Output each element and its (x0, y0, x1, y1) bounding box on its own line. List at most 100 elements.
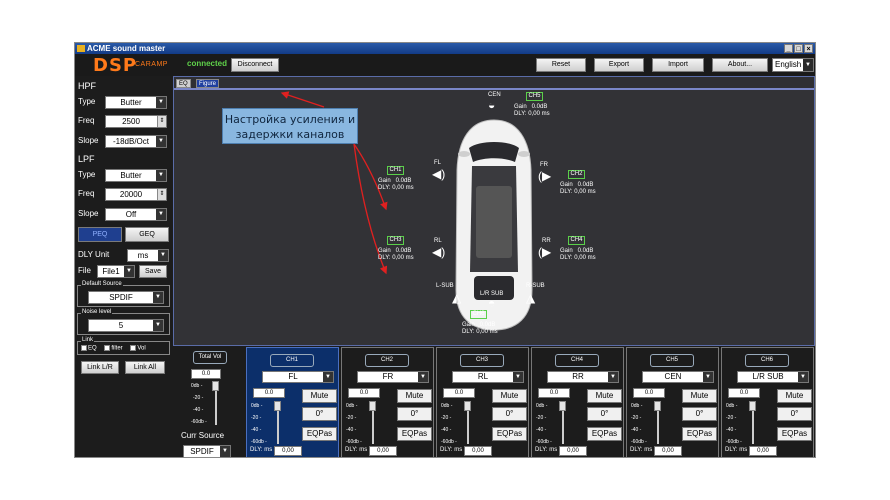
gain-slider[interactable] (749, 401, 756, 411)
output-select[interactable]: RL ▼ (452, 371, 524, 383)
maximize-icon[interactable]: □ (794, 44, 803, 53)
channel-button[interactable]: CH2 (365, 354, 409, 367)
gain-slider[interactable] (464, 401, 471, 411)
gain-slider[interactable] (559, 401, 566, 411)
eq-bypass-button[interactable]: EQPas (397, 427, 432, 441)
channel-button[interactable]: CH4 (555, 354, 599, 367)
scale-20: -20 - (726, 415, 737, 421)
reset-button[interactable]: Reset (536, 58, 586, 72)
spinner-icon[interactable]: ⇕ (157, 189, 166, 200)
tab-figure[interactable]: Figure (196, 79, 220, 88)
gain-value[interactable]: 0.0 (538, 388, 570, 398)
eq-bypass-button[interactable]: EQPas (492, 427, 527, 441)
ch2-badge[interactable]: CH2 (568, 170, 585, 179)
ch1-badge[interactable]: CH1 (387, 166, 404, 175)
close-icon[interactable]: × (804, 44, 813, 53)
gain-value[interactable]: 0.0 (348, 388, 380, 398)
dly-label: DLY: ms (725, 447, 748, 453)
default-source-select[interactable]: SPDIF ▼ (88, 291, 164, 304)
eq-bypass-button[interactable]: EQPas (587, 427, 622, 441)
dly-value[interactable]: 0,00 (464, 446, 492, 456)
gain-value[interactable]: 0.0 (728, 388, 760, 398)
hpf-slope-select[interactable]: -18dB/Oct ▼ (105, 135, 167, 148)
phase-button[interactable]: 0° (397, 407, 432, 421)
chevron-down-icon: ▼ (124, 266, 134, 277)
output-select[interactable]: CEN ▼ (642, 371, 714, 383)
eq-bypass-button[interactable]: EQPas (777, 427, 812, 441)
link-all-button[interactable]: Link All (125, 361, 165, 374)
language-select[interactable]: English ▼ (772, 58, 814, 72)
chevron-down-icon: ▼ (220, 446, 230, 457)
about-button[interactable]: About... (712, 58, 768, 72)
link-filter-checkbox[interactable] (104, 345, 111, 351)
peq-button[interactable]: PEQ (78, 227, 122, 242)
speaker-icon: ◓ (488, 296, 496, 310)
dly-value[interactable]: 0,00 (369, 446, 397, 456)
tab-eq[interactable]: EQ (176, 79, 191, 88)
geq-button[interactable]: GEQ (125, 227, 169, 242)
link-eq-checkbox[interactable] (81, 345, 87, 351)
scale-60db: -60db - (251, 439, 267, 445)
mute-button[interactable]: Mute (492, 389, 527, 403)
import-button[interactable]: Import (652, 58, 704, 72)
ch5-badge[interactable]: CH5 (526, 92, 543, 101)
hpf-type-select[interactable]: Butter ▼ (105, 96, 167, 109)
channel-button[interactable]: CH5 (650, 354, 694, 367)
hpf-freq-spinner[interactable]: 2500 ⇕ (105, 115, 167, 128)
export-button[interactable]: Export (594, 58, 644, 72)
phase-button[interactable]: 0° (302, 407, 337, 421)
phase-button[interactable]: 0° (777, 407, 812, 421)
dly-value[interactable]: 0,00 (274, 446, 302, 456)
noise-level-select[interactable]: 5 ▼ (88, 319, 164, 332)
gain-value[interactable]: 0.0 (253, 388, 285, 398)
gain-value[interactable]: 0.0 (633, 388, 665, 398)
mute-button[interactable]: Mute (302, 389, 337, 403)
lpf-freq-spinner[interactable]: 20000 ⇕ (105, 188, 167, 201)
eq-bypass-button[interactable]: EQPas (302, 427, 337, 441)
curr-source-select[interactable]: SPDIF ▼ (183, 445, 231, 457)
total-vol-value[interactable]: 0.0 (191, 369, 221, 379)
mute-button[interactable]: Mute (777, 389, 812, 403)
link-vol-checkbox[interactable] (130, 345, 137, 351)
output-select[interactable]: FL ▼ (262, 371, 334, 383)
phase-button[interactable]: 0° (682, 407, 717, 421)
gain-slider[interactable] (274, 401, 281, 411)
hpf-freq-label: Freq (78, 116, 95, 125)
link-lr-button[interactable]: Link L/R (81, 361, 119, 374)
eq-bypass-button[interactable]: EQPas (682, 427, 717, 441)
channel-button[interactable]: CH1 (270, 354, 314, 367)
scale-0db: 0db - (346, 403, 358, 409)
phase-button[interactable]: 0° (492, 407, 527, 421)
minimize-icon[interactable]: _ (784, 44, 793, 53)
gain-slider[interactable] (369, 401, 376, 411)
mute-button[interactable]: Mute (587, 389, 622, 403)
ch4-badge[interactable]: CH4 (568, 236, 585, 245)
disconnect-button[interactable]: Disconnect (231, 58, 279, 72)
app-window: ACME sound master _ □ × DSP CARAMP conne… (74, 42, 816, 458)
spinner-icon[interactable]: ⇕ (157, 116, 166, 127)
ch4-info: Gain 0.0dB DLY: 0,00 ms (560, 248, 596, 261)
output-select[interactable]: RR ▼ (547, 371, 619, 383)
ch6-badge[interactable]: CH6 (470, 310, 487, 319)
dly-unit-select[interactable]: ms ▼ (127, 249, 169, 262)
link-label: Link (81, 337, 95, 343)
dly-value[interactable]: 0,00 (749, 446, 777, 456)
save-button[interactable]: Save (139, 265, 167, 278)
dly-value[interactable]: 0,00 (559, 446, 587, 456)
ch3-badge[interactable]: CH3 (387, 236, 404, 245)
channel-button[interactable]: CH3 (460, 354, 504, 367)
gain-value[interactable]: 0.0 (443, 388, 475, 398)
total-vol-button[interactable]: Total Vol (193, 351, 227, 364)
gain-slider[interactable] (654, 401, 661, 411)
mute-button[interactable]: Mute (397, 389, 432, 403)
mute-button[interactable]: Mute (682, 389, 717, 403)
total-vol-slider[interactable] (212, 381, 219, 391)
output-select[interactable]: FR ▼ (357, 371, 429, 383)
lpf-slope-select[interactable]: Off ▼ (105, 208, 167, 221)
output-select[interactable]: L/R SUB ▼ (737, 371, 809, 383)
lpf-type-select[interactable]: Butter ▼ (105, 169, 167, 182)
phase-button[interactable]: 0° (587, 407, 622, 421)
channel-button[interactable]: CH6 (745, 354, 789, 367)
file-select[interactable]: File1 ▼ (97, 265, 135, 278)
dly-value[interactable]: 0,00 (654, 446, 682, 456)
